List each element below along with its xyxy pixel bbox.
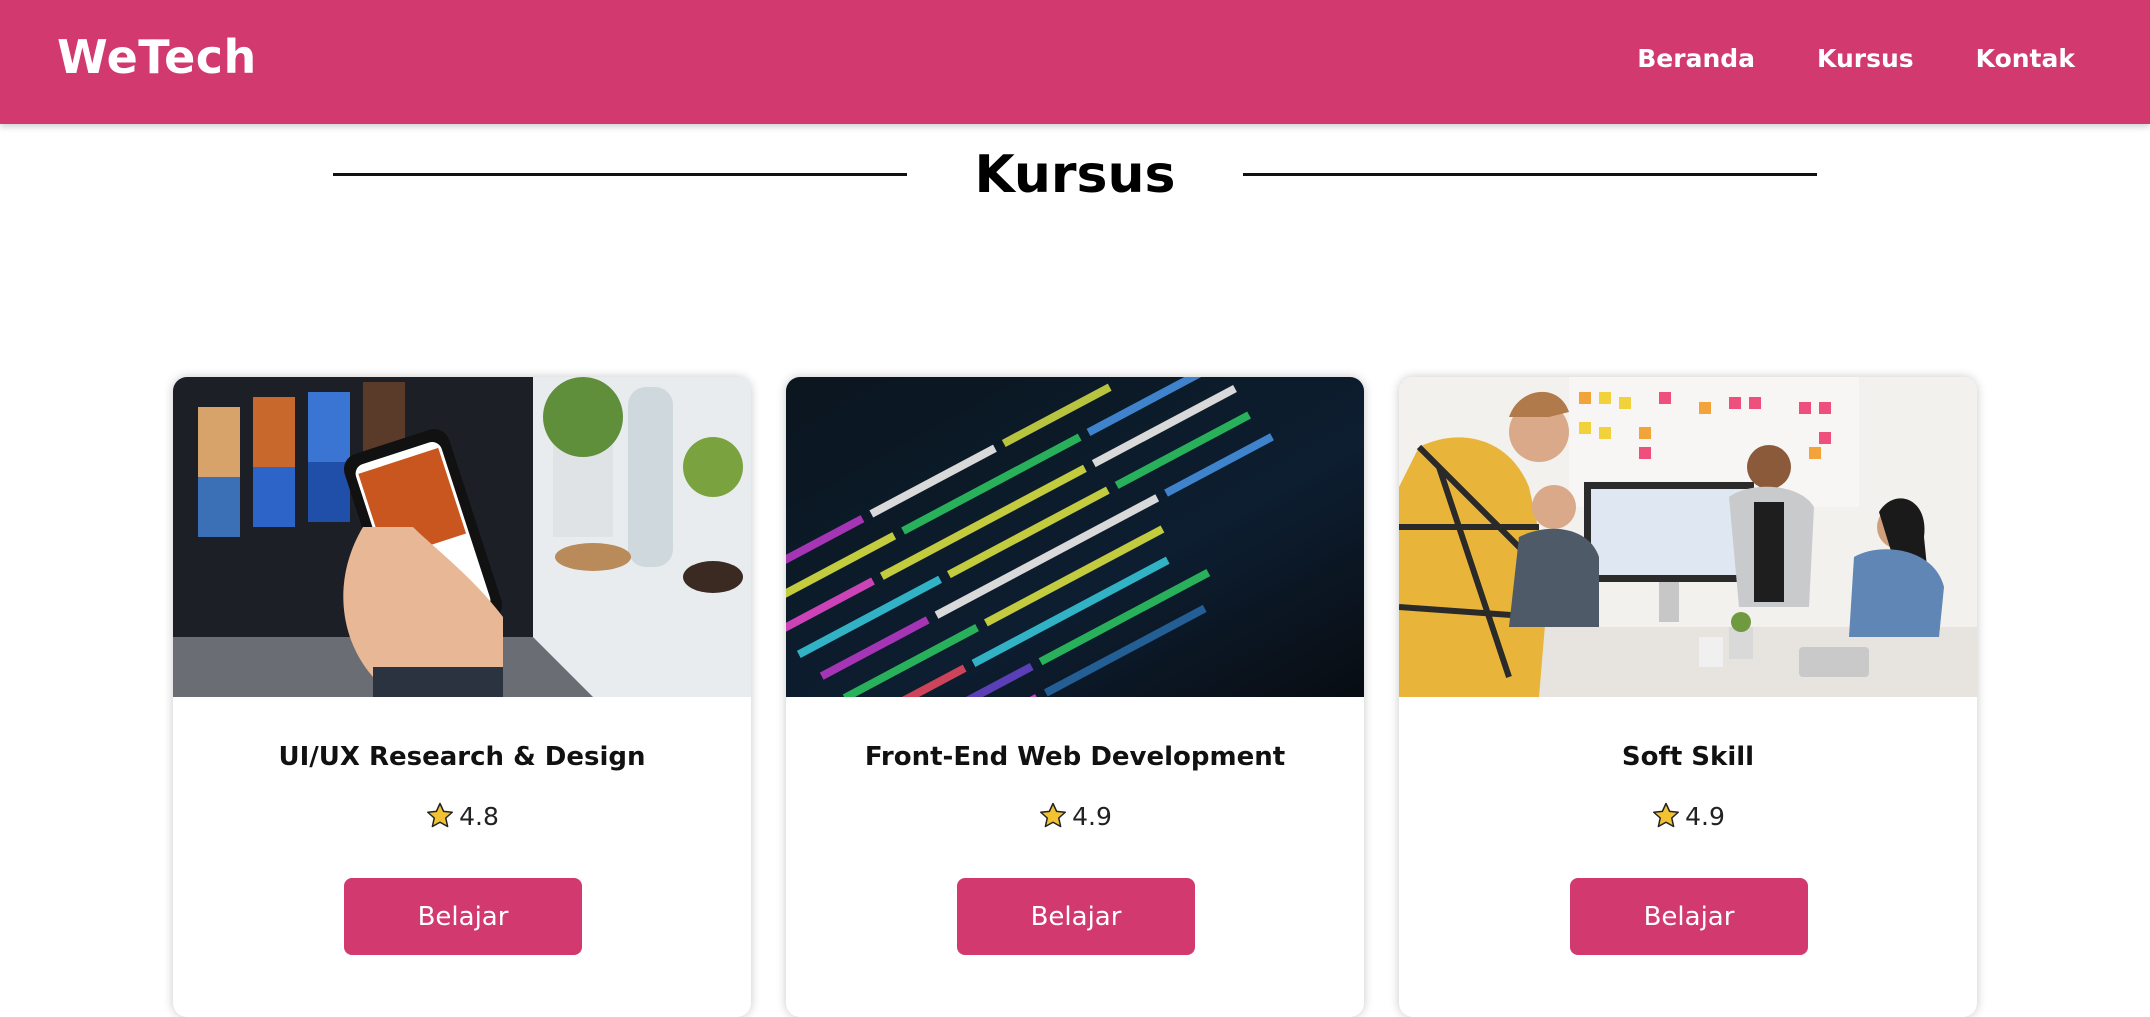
learn-button[interactable]: Belajar [957,878,1195,955]
learn-button[interactable]: Belajar [344,878,582,955]
course-image-softskill [1399,377,1977,697]
course-card-softskill: Soft Skill 4.9 Belajar [1399,377,1977,1017]
learn-button[interactable]: Belajar [1570,878,1808,955]
brand-logo[interactable]: WeTech [57,30,257,84]
course-rating: 4.9 [786,801,1364,831]
nav-links: Beranda Kursus Kontak [1637,44,2075,73]
heading-divider-left [333,173,907,176]
nav-link-kursus[interactable]: Kursus [1817,44,1914,73]
course-rating: 4.9 [1399,801,1977,831]
course-card-frontend: Front-End Web Development 4.9 Belajar [786,377,1364,1017]
course-title: UI/UX Research & Design [278,742,646,772]
course-card-uiux: UI/UX Research & Design 4.8 Belajar [173,377,751,1017]
course-title: Soft Skill [1621,742,1755,772]
star-icon [1651,801,1681,831]
rating-value: 4.9 [1685,801,1725,831]
course-rating: 4.8 [173,801,751,831]
star-icon [425,801,455,831]
heading-divider-right [1243,173,1817,176]
rating-value: 4.8 [459,801,499,831]
nav-link-kontak[interactable]: Kontak [1976,44,2075,73]
navbar: WeTech Beranda Kursus Kontak [0,0,2150,124]
rating-value: 4.9 [1072,801,1112,831]
section-heading: Kursus [0,145,2150,205]
course-image-uiux [173,377,751,697]
nav-link-beranda[interactable]: Beranda [1637,44,1755,73]
section-title: Kursus [974,145,1176,205]
course-title: Front-End Web Development [864,742,1286,772]
course-image-frontend [786,377,1364,697]
star-icon [1038,801,1068,831]
